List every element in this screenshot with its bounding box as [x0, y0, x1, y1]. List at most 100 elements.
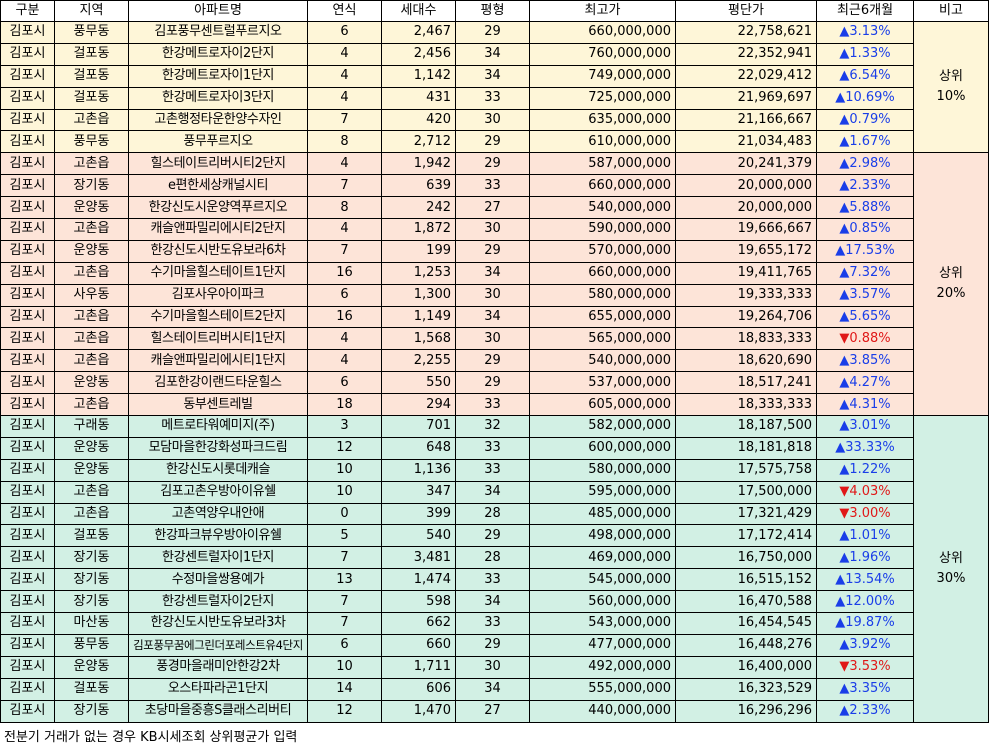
table-cell: 18,620,690 — [675, 349, 817, 373]
table-cell: 469,000,000 — [529, 546, 676, 570]
table-cell: 16,515,152 — [675, 568, 817, 592]
table-cell: 김포사우아이파크 — [128, 283, 308, 307]
table-cell: 19,264,706 — [675, 305, 817, 329]
table-cell: 장기동 — [54, 174, 129, 198]
table-cell: 590,000,000 — [529, 218, 676, 241]
table-cell: 캐슬앤파밀리에시티1단지 — [128, 349, 308, 373]
table-cell: 648 — [381, 436, 456, 460]
table-cell: 4 — [307, 42, 382, 66]
table-cell: 고촌읍 — [54, 218, 129, 241]
table-cell: 김포시 — [0, 21, 55, 44]
table-row: 김포시 고촌읍 고촌행정타운한양수자인 7 420 30 635,000,000 21,166… — [0, 108, 989, 132]
table-cell: 543,000,000 — [529, 612, 676, 635]
table-cell: 347 — [381, 480, 456, 504]
table-cell: 한강메트로자이3단지 — [128, 86, 308, 110]
table-row: 김포시 구래동 메트로타워예미지(주) 3 701 32 582,000,000 18,187… — [0, 415, 989, 723]
table-cell: 김포시 — [0, 633, 55, 657]
table-cell: 김포시 — [0, 590, 55, 614]
table-cell: 운양동 — [54, 655, 129, 679]
table-cell: 풍무동 — [54, 21, 129, 44]
table-cell: 김포시 — [0, 612, 55, 635]
table-cell: 29 — [455, 349, 530, 373]
table-cell: 김포시 — [0, 655, 55, 679]
table-row: 김포시 장기동 수정마을쌍용예가 13 1,474 33 545,000,000 16,515… — [0, 568, 989, 592]
header-cell: 연식 — [307, 0, 382, 22]
table-cell: 풍무동 — [54, 633, 129, 657]
table-row: 김포시 운양동 풍경마을래미안한강2차 10 1,711 30 492,000,000 16,… — [0, 655, 989, 679]
table-cell: 560,000,000 — [529, 590, 676, 614]
table-cell: 492,000,000 — [529, 655, 676, 679]
change-cell: ▲2.33% — [816, 699, 914, 723]
table-cell: 1,470 — [381, 699, 456, 723]
table-cell: 33 — [455, 568, 530, 592]
change-cell: ▲3.57% — [816, 283, 914, 307]
table-cell: e편한세상캐널시티 — [128, 174, 308, 198]
table-cell: 김포시 — [0, 480, 55, 504]
table-row: 김포시 운양동 김포한강이랜드타운힐스 6 550 29 537,000,000 18,517… — [0, 371, 989, 395]
table-cell: 4 — [307, 86, 382, 110]
table-row: 김포시 마산동 한강신도시반도유보라3차 7 662 33 543,000,000 16,45… — [0, 612, 989, 635]
group-note-line: 20% — [936, 286, 966, 302]
table-row: 김포시 운양동 한강신도시운양역푸르지오 8 242 27 540,000,000 20,00… — [0, 196, 989, 220]
table-cell: 걸포동 — [54, 64, 129, 88]
table-cell: 4 — [307, 152, 382, 176]
table-cell: 4 — [307, 327, 382, 351]
table-row: 김포시 걸포동 오스타파라곤1단지 14 606 34 555,000,000 16,323,… — [0, 677, 989, 701]
change-cell: ▲0.85% — [816, 218, 914, 241]
table-cell: 540,000,000 — [529, 196, 676, 220]
table-cell: 고촌읍 — [54, 349, 129, 373]
table-cell: 김포시 — [0, 699, 55, 723]
table-cell: 구래동 — [54, 415, 129, 438]
table-cell: 28 — [455, 502, 530, 526]
table-cell: 0 — [307, 502, 382, 526]
table-cell: 725,000,000 — [529, 86, 676, 110]
group-note-line: 상위 — [939, 550, 963, 566]
table-cell: 399 — [381, 502, 456, 526]
table-cell: 16,448,276 — [675, 633, 817, 657]
change-cell: ▼3.53% — [816, 655, 914, 679]
table-cell: 34 — [455, 261, 530, 285]
table-cell: 김포풍무꿈에그린더포레스트유4단지 — [128, 633, 308, 657]
table-cell: 19,666,667 — [675, 218, 817, 241]
table-cell: 운양동 — [54, 239, 129, 263]
table-cell: 풍무푸르지오 — [128, 130, 308, 154]
table-row: 김포시 운양동 한강신도시반도유보라6차 7 199 29 570,000,000 19,65… — [0, 239, 989, 263]
table-cell: 19,333,333 — [675, 283, 817, 307]
table-cell: 16,454,545 — [675, 612, 817, 635]
table-cell: 440,000,000 — [529, 699, 676, 723]
table-cell: 김포시 — [0, 196, 55, 220]
table-cell: 610,000,000 — [529, 130, 676, 154]
table-cell: 21,166,667 — [675, 108, 817, 132]
table-cell: 김포시 — [0, 283, 55, 307]
table-cell: 18,181,818 — [675, 436, 817, 460]
table-cell: 33 — [455, 612, 530, 635]
table-cell: 17,500,000 — [675, 480, 817, 504]
change-cell: ▲1.67% — [816, 130, 914, 154]
table-cell: 17,172,414 — [675, 524, 817, 548]
table-cell: 고촌읍 — [54, 393, 129, 417]
table-cell: 김포시 — [0, 239, 55, 263]
change-cell: ▲5.88% — [816, 196, 914, 220]
table-row: 김포시 장기동 한강센트럴자이2단지 7 598 34 560,000,000 16,470,… — [0, 590, 989, 614]
table-row: 김포시 걸포동 한강메트로자이2단지 4 2,456 34 760,000,000 22,35… — [0, 42, 989, 66]
table-cell: 사우동 — [54, 283, 129, 307]
table-cell: 7 — [307, 546, 382, 570]
table-cell: 김포시 — [0, 305, 55, 329]
table-cell: 431 — [381, 86, 456, 110]
table-cell: 27 — [455, 699, 530, 723]
table-row: 김포시 고촌읍 수기마을힐스테이트2단지 16 1,149 34 655,000,000 19… — [0, 305, 989, 329]
table-row: 김포시 풍무동 풍무푸르지오 8 2,712 29 610,000,000 21,034,48… — [0, 130, 989, 154]
table-cell: 4 — [307, 64, 382, 88]
change-cell: ▲10.69% — [816, 86, 914, 110]
table-cell: 16 — [307, 305, 382, 329]
table-cell: 동부센트레빌 — [128, 393, 308, 417]
table-row: 김포시 고촌읍 캐슬앤파밀리에시티2단지 4 1,872 30 590,000,000 19,… — [0, 218, 989, 241]
table-cell: 한강신도시반도유보라6차 — [128, 239, 308, 263]
table-cell: 639 — [381, 174, 456, 198]
change-cell: ▼3.00% — [816, 502, 914, 526]
table-cell: 고촌읍 — [54, 305, 129, 329]
table-cell: 30 — [455, 218, 530, 241]
table-cell: 12 — [307, 436, 382, 460]
table-cell: 18,517,241 — [675, 371, 817, 395]
table-cell: 7 — [307, 174, 382, 198]
